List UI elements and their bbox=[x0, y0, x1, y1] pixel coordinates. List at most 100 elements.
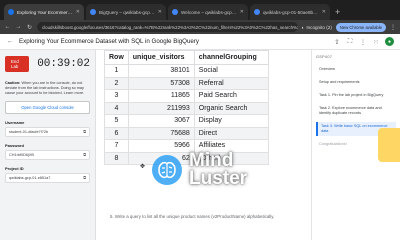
tab-favicon-icon bbox=[172, 9, 178, 15]
password-value: CH1rbf0D6jXB bbox=[9, 153, 34, 157]
toc-item[interactable]: Overview bbox=[316, 65, 396, 74]
share-icon[interactable]: ⇪ bbox=[333, 38, 341, 46]
tab-title: qwiklabs-gcp-01-50ae8b6c4 bbox=[263, 9, 319, 15]
watermark: Mind Luster bbox=[150, 151, 248, 189]
password-label: Password bbox=[5, 143, 24, 148]
tab-title: BigQuery – qwiklabs-gcp-01- bbox=[99, 9, 155, 15]
tab-favicon-icon bbox=[8, 9, 14, 15]
password-field[interactable]: CH1rbf0D6jXB ⧉ bbox=[5, 150, 90, 160]
username-field[interactable]: student-01-dfacfe7f72b ⧉ bbox=[5, 127, 90, 137]
browser-menu-icon[interactable]: ⋮ bbox=[390, 24, 396, 31]
tab-title: Exploring Your Ecommerce D bbox=[17, 9, 73, 15]
incognito-indicator[interactable]: ◐ Incognito (2) bbox=[302, 25, 332, 30]
username-label: Username bbox=[5, 120, 25, 125]
table-row: 4 211993 Organic Search bbox=[104, 101, 269, 115]
watermark-line-2: Luster bbox=[189, 168, 248, 189]
brain-logo-icon bbox=[152, 155, 182, 185]
new-chrome-button[interactable]: New Chrome available bbox=[335, 22, 386, 32]
lab-header: ← Exploring Your Ecommerce Dataset with … bbox=[0, 34, 400, 50]
forward-icon[interactable]: → bbox=[15, 24, 22, 30]
caution-label: Caution: bbox=[5, 81, 21, 85]
table-row: 2 57308 Referral bbox=[104, 76, 269, 90]
mouse-cursor-icon: ✥ bbox=[140, 164, 146, 170]
browser-tab-3[interactable]: Welcome – qwiklabs-gcp-01- ✕ bbox=[168, 4, 248, 20]
url-field[interactable]: cloudskillsboost.google/focuses/3616?cat… bbox=[37, 22, 298, 32]
unique-visitors-cell: 57308 bbox=[127, 76, 195, 90]
toc-item[interactable]: Task 2. Explore ecommerce data and ident… bbox=[316, 104, 396, 118]
lab-title: Exploring Your Ecommerce Dataset with SQ… bbox=[19, 38, 199, 45]
avatar[interactable]: ● bbox=[385, 37, 394, 46]
column-header-unique-visitors: unique_visitors bbox=[127, 50, 195, 65]
close-tab-icon[interactable]: ✕ bbox=[322, 9, 326, 15]
row-number-cell: 7 bbox=[104, 139, 129, 153]
end-lab-button[interactable]: End Lab bbox=[5, 56, 30, 72]
lab-page: ← Exploring Your Ecommerce Dataset with … bbox=[0, 34, 400, 240]
back-icon[interactable]: ← bbox=[4, 24, 11, 30]
project-id-label: Project ID bbox=[5, 166, 24, 171]
unique-visitors-cell: 11865 bbox=[127, 89, 195, 103]
channel-grouping-cell: Social bbox=[193, 64, 269, 78]
more-options-icon[interactable]: ⋮ bbox=[359, 38, 367, 46]
row-number-cell: 1 bbox=[104, 64, 129, 78]
copy-icon[interactable]: ⧉ bbox=[83, 130, 86, 134]
unique-visitors-cell: 5966 bbox=[127, 139, 195, 153]
row-number-cell: 4 bbox=[104, 101, 129, 115]
tab-favicon-icon bbox=[90, 9, 96, 15]
help-tab[interactable] bbox=[378, 128, 400, 162]
table-row: 5 3067 Display bbox=[104, 114, 269, 128]
table-row: 6 75688 Direct bbox=[104, 126, 269, 140]
browser-tab-4[interactable]: qwiklabs-gcp-01-50ae8b6c4 ✕ bbox=[250, 4, 330, 20]
column-header-channel-grouping: channelGrouping bbox=[193, 50, 269, 65]
open-console-button[interactable]: Open Google Cloud console bbox=[5, 101, 90, 114]
table-row: 7 5966 Affiliates bbox=[104, 139, 269, 153]
username-value: student-01-dfacfe7f72b bbox=[9, 130, 49, 134]
copy-icon[interactable]: ⧉ bbox=[83, 153, 86, 157]
row-number-cell: 2 bbox=[104, 76, 129, 90]
table-row: 1 38101 Social bbox=[104, 64, 269, 78]
fullscreen-icon[interactable]: ⛶ bbox=[346, 38, 354, 46]
lab-instructions: Row unique_visitors channelGrouping 1 381… bbox=[96, 50, 311, 240]
close-tab-icon[interactable]: ✕ bbox=[240, 9, 244, 15]
task-instruction-text: 5. Write a query to list all the unique … bbox=[110, 214, 275, 219]
row-number-cell: 3 bbox=[104, 89, 129, 103]
new-tab-icon[interactable]: + bbox=[335, 4, 340, 20]
table-row: 3 11865 Paid Search bbox=[104, 89, 269, 103]
unique-visitors-cell: 211993 bbox=[127, 101, 195, 115]
browser-window: Exploring Your Ecommerce D ✕ BigQuery – … bbox=[0, 0, 400, 240]
channel-grouping-cell: Organic Search bbox=[193, 101, 269, 115]
incognito-label: Incognito (2) bbox=[306, 24, 332, 30]
incognito-icon: ◐ bbox=[301, 24, 305, 30]
back-arrow-icon[interactable]: ← bbox=[6, 38, 14, 45]
caution-text: Caution: When you are in the console, do… bbox=[5, 81, 90, 96]
channel-grouping-cell: Paid Search bbox=[193, 89, 269, 103]
browser-tab-2[interactable]: BigQuery – qwiklabs-gcp-01- ✕ bbox=[86, 4, 166, 20]
project-id-field[interactable]: qwiklabs-gcp-01-e851a7 ⧉ bbox=[5, 173, 90, 183]
lab-control-panel: End Lab 00:39:02 Caution: When you are i… bbox=[0, 50, 96, 240]
channel-grouping-cell: Referral bbox=[193, 76, 269, 90]
toc-heading: GSP407 bbox=[316, 55, 333, 59]
channel-grouping-cell: Direct bbox=[193, 126, 269, 140]
lab-timer: 00:39:02 bbox=[37, 58, 90, 70]
address-bar-row: ← → ↻ cloudskillsboost.google/focuses/36… bbox=[0, 20, 400, 34]
copy-icon[interactable]: ⧉ bbox=[83, 176, 86, 180]
query-results-table: Row unique_visitors channelGrouping 1 381… bbox=[104, 50, 269, 165]
row-number-cell: 8 bbox=[104, 151, 129, 165]
row-number-cell: 5 bbox=[104, 114, 129, 128]
toc-item[interactable]: Setup and requirements bbox=[316, 78, 396, 87]
row-number-cell: 6 bbox=[104, 126, 129, 140]
close-tab-icon[interactable]: ✕ bbox=[158, 9, 162, 15]
unique-visitors-cell: 38101 bbox=[127, 64, 195, 78]
unique-visitors-cell: 75688 bbox=[127, 126, 195, 140]
unique-visitors-cell: 3067 bbox=[127, 114, 195, 128]
project-id-value: qwiklabs-gcp-01-e851a7 bbox=[9, 176, 51, 180]
apps-grid-icon[interactable]: ⁙ bbox=[372, 38, 380, 46]
column-header-row: Row bbox=[104, 50, 129, 65]
browser-tab-1[interactable]: Exploring Your Ecommerce D ✕ bbox=[4, 4, 84, 20]
tab-strip: Exploring Your Ecommerce D ✕ BigQuery – … bbox=[0, 0, 400, 20]
toc-item[interactable]: Task 1. Pin the lab project in BigQuery bbox=[316, 91, 396, 100]
channel-grouping-cell: Display bbox=[193, 114, 269, 128]
tab-title: Welcome – qwiklabs-gcp-01- bbox=[181, 9, 237, 15]
tab-favicon-icon bbox=[254, 9, 260, 15]
reload-icon[interactable]: ↻ bbox=[26, 24, 33, 31]
close-tab-icon[interactable]: ✕ bbox=[76, 9, 80, 15]
